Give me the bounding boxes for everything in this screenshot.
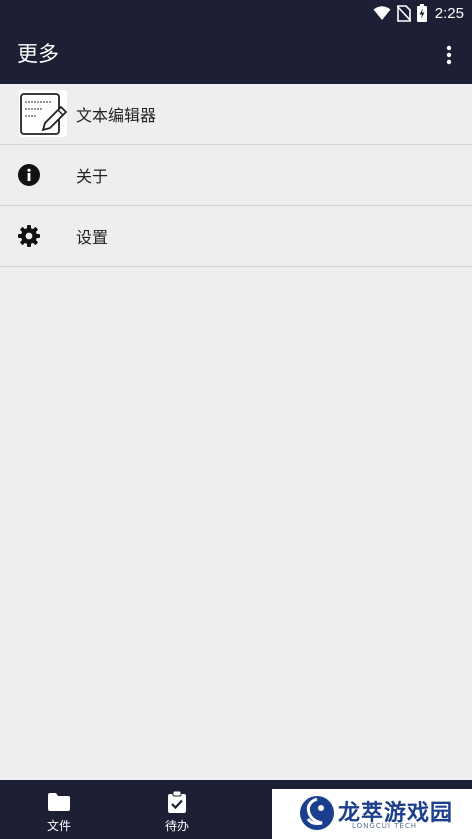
menu-item-text-editor[interactable]: 文本编辑器 [0, 84, 472, 145]
folder-icon [47, 791, 71, 813]
watermark: 龙萃游戏园 LONGCUI TECH [272, 789, 472, 839]
clipboard-check-icon [165, 790, 189, 813]
status-bar: 2:25 [0, 0, 472, 26]
status-icons: 2:25 [373, 3, 464, 23]
nav-item-todo[interactable]: 待办 [118, 780, 236, 839]
menu-item-settings[interactable]: 设置 [0, 206, 472, 267]
no-sim-icon [396, 4, 411, 22]
app-bar: 更多 [0, 26, 472, 84]
nav-item-files[interactable]: 文件 [0, 780, 118, 839]
battery-charging-icon [416, 4, 427, 22]
nav-label: 文件 [46, 819, 71, 833]
menu-list: 文本编辑器 关于 设置 [0, 84, 472, 267]
watermark-logo-icon [300, 796, 334, 830]
info-icon [17, 163, 41, 187]
watermark-subtitle: LONGCUI TECH [352, 822, 417, 830]
menu-item-label: 关于 [76, 167, 109, 186]
status-time: 2:25 [434, 4, 464, 22]
menu-item-label: 文本编辑器 [76, 106, 157, 125]
nav-label: 待办 [164, 819, 189, 833]
page-title: 更多 [17, 42, 59, 66]
menu-item-label: 设置 [76, 228, 109, 247]
gear-icon [17, 224, 41, 248]
overflow-menu-button[interactable] [436, 40, 462, 70]
menu-item-about[interactable]: 关于 [0, 145, 472, 206]
text-editor-app-icon [19, 90, 68, 137]
wifi-icon [373, 6, 391, 20]
more-vertical-icon [446, 45, 452, 65]
